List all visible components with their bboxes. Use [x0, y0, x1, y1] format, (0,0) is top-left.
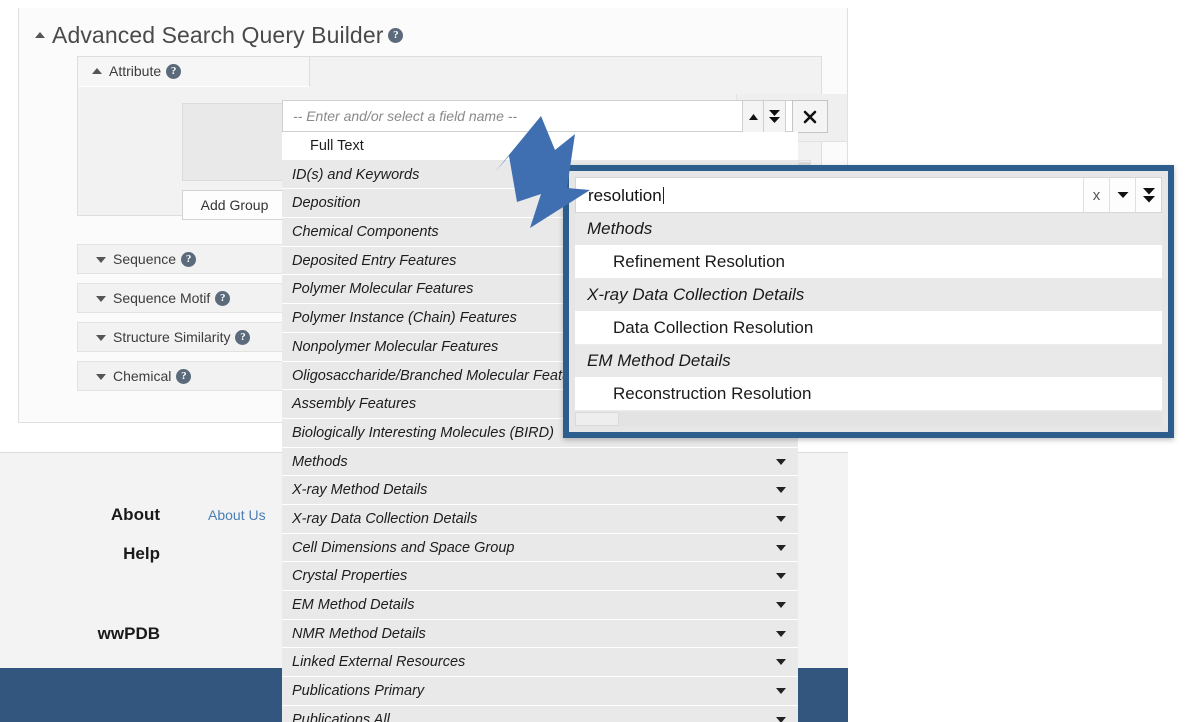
page-title-text: Advanced Search Query Builder	[52, 22, 384, 48]
chevron-down-icon[interactable]	[776, 630, 786, 637]
field-option[interactable]: Publications Primary	[282, 677, 798, 706]
field-option[interactable]: Methods	[282, 447, 798, 477]
field-option-label: Polymer Instance (Chain) Features	[292, 310, 517, 327]
field-option[interactable]: Cell Dimensions and Space Group	[282, 533, 798, 563]
field-option[interactable]: Publications All	[282, 705, 798, 722]
double-chevron-down-icon	[769, 109, 780, 123]
zoom-callout-inner: resolution x Methods Refinement Resolutio	[569, 171, 1168, 432]
field-option-label: Deposition	[292, 195, 361, 212]
field-option-label: ID(s) and Keywords	[292, 166, 420, 183]
zoom-callout-panel: resolution x Methods Refinement Resolutio	[563, 165, 1174, 438]
chevron-down-icon[interactable]	[776, 716, 786, 722]
help-circle-icon[interactable]: ?	[388, 28, 404, 44]
field-option-label: Chemical Components	[292, 224, 439, 241]
footer-about-us-link[interactable]: About Us	[208, 507, 266, 523]
screenshot-root: Advanced Search Query Builder? Attribute…	[0, 0, 1200, 722]
tab-attribute-text: Attribute	[109, 63, 162, 79]
result-group-header: Methods	[575, 213, 1162, 246]
help-circle-icon[interactable]: ?	[181, 251, 197, 267]
caret-down-icon[interactable]	[96, 334, 106, 341]
help-circle-icon[interactable]: ?	[215, 290, 231, 306]
field-option-label: Polymer Molecular Features	[292, 281, 474, 298]
caret-down-icon	[1117, 192, 1128, 198]
field-option[interactable]: Crystal Properties	[282, 562, 798, 591]
field-option-label: Deposited Entry Features	[292, 252, 457, 269]
field-option-label: Publications Primary	[292, 683, 425, 700]
footer-wwpdb-heading: wwPDB	[97, 624, 160, 643]
field-option[interactable]: EM Method Details	[282, 591, 798, 620]
field-search-value: resolution	[588, 186, 662, 205]
field-option-label: EM Method Details	[292, 597, 415, 613]
chevron-down-icon[interactable]	[776, 659, 786, 666]
field-option-label: NMR Method Details	[292, 625, 426, 642]
section-structure-similarity-label: Structure Similarity	[113, 329, 231, 345]
page-title[interactable]: Advanced Search Query Builder?	[35, 22, 404, 49]
field-option-label: Crystal Properties	[292, 568, 408, 585]
chevron-down-icon[interactable]	[776, 602, 786, 608]
section-sequence-motif-label: Sequence Motif	[113, 290, 211, 306]
clear-text-button[interactable]: x	[1083, 178, 1109, 212]
field-option[interactable]: NMR Method Details	[282, 619, 798, 649]
field-select-controls[interactable]	[742, 100, 828, 133]
scroll-up-button[interactable]	[742, 100, 764, 133]
collapse-caret-icon[interactable]	[35, 32, 45, 39]
field-select-placeholder: -- Enter and/or select a field name --	[293, 108, 518, 124]
dropdown-toggle-button[interactable]	[1109, 178, 1135, 212]
field-option-label: Nonpolymer Molecular Features	[292, 338, 499, 355]
section-chemical-label: Chemical	[113, 368, 172, 384]
clear-field-button[interactable]	[792, 100, 828, 133]
field-option-label: Cell Dimensions and Space Group	[292, 539, 515, 556]
field-select-input-wrapper[interactable]: -- Enter and/or select a field name --	[282, 100, 798, 132]
field-option-label: Oligosaccharide/Branched Molecular Featu…	[292, 367, 591, 384]
footer-about-heading: About	[110, 505, 160, 524]
field-option[interactable]: Linked External Resources	[282, 648, 798, 678]
field-option-label: Full Text	[310, 138, 364, 154]
chevron-down-icon[interactable]	[776, 515, 786, 522]
field-option-label: X-ray Method Details	[292, 482, 428, 499]
help-circle-icon[interactable]: ?	[235, 329, 251, 345]
help-circle-icon[interactable]: ?	[166, 63, 182, 79]
chevron-down-icon[interactable]	[776, 544, 786, 551]
chevron-down-icon[interactable]	[776, 573, 786, 580]
field-option[interactable]: X-ray Method Details	[282, 476, 798, 505]
resolution-results-list[interactable]: Methods Refinement Resolution X-ray Data C…	[575, 213, 1162, 411]
inset-horizontal-scrollbar-thumb[interactable]	[575, 412, 619, 426]
chevron-down-icon[interactable]	[776, 487, 786, 494]
add-group-button[interactable]: Add Group	[182, 190, 287, 220]
field-option-label: Linked External Resources	[292, 654, 466, 671]
result-group-header: X-ray Data Collection Details	[575, 279, 1162, 312]
chevron-down-icon[interactable]	[776, 688, 786, 695]
result-group-header: EM Method Details	[575, 345, 1162, 378]
close-x-icon	[803, 110, 817, 123]
section-sequence-label: Sequence	[113, 251, 177, 267]
chevron-down-icon[interactable]	[776, 458, 786, 465]
tab-attribute-label: Attribute?	[92, 63, 182, 81]
expand-all-button[interactable]	[1135, 178, 1161, 212]
help-circle-icon[interactable]: ?	[176, 368, 192, 384]
field-search-input[interactable]: resolution	[576, 178, 1083, 212]
text-cursor	[662, 187, 664, 204]
caret-down-icon[interactable]	[96, 256, 106, 263]
field-option[interactable]: X-ray Data Collection Details	[282, 504, 798, 534]
field-option-label: Biologically Interesting Molecules (BIRD…	[292, 424, 554, 441]
caret-up-icon	[748, 113, 758, 120]
result-option[interactable]: Reconstruction Resolution	[575, 378, 1162, 411]
footer-help-heading: Help	[123, 544, 160, 563]
resolution-search-row[interactable]: resolution x	[575, 177, 1162, 213]
caret-up-icon[interactable]	[92, 67, 102, 74]
field-option-label: Methods	[292, 453, 348, 470]
caret-down-icon[interactable]	[96, 373, 106, 380]
result-option[interactable]: Refinement Resolution	[575, 246, 1162, 279]
tab-attribute[interactable]: Attribute?	[78, 57, 310, 87]
inset-horizontal-scrollbar[interactable]	[575, 412, 1162, 426]
double-chevron-down-icon	[1142, 187, 1155, 202]
field-option-label: X-ray Data Collection Details	[292, 510, 478, 527]
expand-all-button[interactable]	[764, 100, 786, 133]
field-option-label: Publications All	[292, 711, 390, 722]
field-option[interactable]: Full Text	[282, 132, 798, 161]
caret-down-icon[interactable]	[96, 295, 106, 302]
result-option[interactable]: Data Collection Resolution	[575, 312, 1162, 345]
x-icon: x	[1092, 186, 1101, 204]
field-option-label: Assembly Features	[292, 396, 417, 413]
